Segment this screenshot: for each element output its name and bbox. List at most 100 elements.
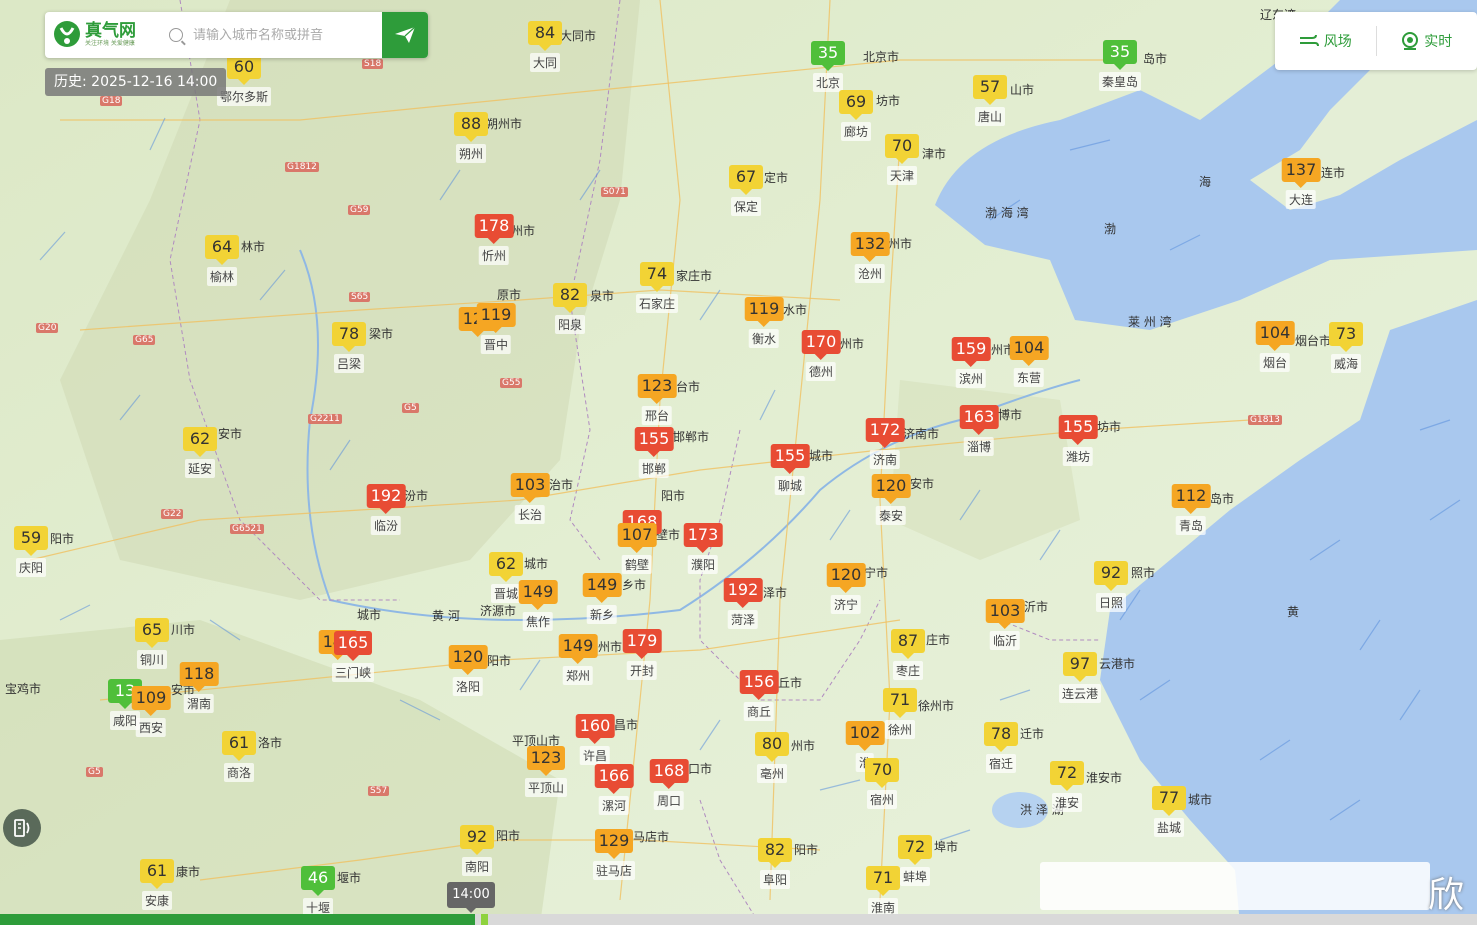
aqi-marker[interactable]: 103 长治 [510,473,550,524]
legend-toggle-button[interactable] [3,809,41,847]
aqi-marker[interactable]: 179 开封 [622,629,662,680]
aqi-marker[interactable]: 166 漯河 [594,764,634,815]
aqi-marker[interactable]: 123 平顶山 [524,746,568,797]
aqi-marker[interactable]: 78 宿迁 [984,722,1018,773]
map-place-label: 山市 [1010,83,1035,97]
aqi-marker[interactable]: 172 济南 [865,418,905,469]
aqi-marker[interactable]: 165 三门峡 [331,631,375,682]
city-name: 三门峡 [331,663,375,682]
search-bar: 真气网 关注环境 关爱健康 [45,12,428,58]
aqi-marker[interactable]: 119 晋中 [476,303,516,354]
aqi-marker[interactable]: 118 渭南 [179,662,219,713]
aqi-marker[interactable]: 170 德州 [801,330,841,381]
search-input[interactable] [193,27,373,43]
map-place-label: 川市 [171,623,196,637]
aqi-marker[interactable]: 92 日照 [1094,561,1128,612]
aqi-marker[interactable]: 149 焦作 [518,580,558,631]
aqi-marker[interactable]: 192 临汾 [366,484,406,535]
aqi-marker[interactable]: 35 秦皇岛 [1098,40,1142,91]
aqi-marker[interactable]: 159 滨州 [951,337,991,388]
aqi-marker[interactable]: 57 唐山 [973,75,1007,126]
aqi-marker[interactable]: 74 石家庄 [635,262,679,313]
aqi-value: 120 [448,645,488,675]
aqi-marker[interactable]: 71 徐州 [883,688,917,739]
aqi-marker[interactable]: 72 淮安 [1050,761,1084,812]
aqi-marker[interactable]: 120 济宁 [826,563,866,614]
map-place-label: 淮安市 [1086,771,1123,785]
aqi-marker[interactable]: 178 忻州 [474,214,514,265]
aqi-marker[interactable]: 84 大同 [528,21,562,72]
wind-field-button[interactable]: 风场 [1275,23,1376,59]
aqi-value: 107 [617,523,657,553]
aqi-marker[interactable]: 192 菏泽 [723,578,763,629]
aqi-marker[interactable]: 119 衡水 [744,297,784,348]
map-canvas[interactable]: 大同市 北京市 岛市 坊市 山市 朔州市 津市 连市 定市 州市 州市 林市 家庄市 原市 泉市 水市 梁市 州市… [0,0,1477,925]
aqi-marker[interactable]: 156 商丘 [739,670,779,721]
aqi-marker[interactable]: 132 沧州 [850,232,890,283]
aqi-marker[interactable]: 61 商洛 [222,731,256,782]
aqi-marker[interactable]: 155 邯郸 [634,427,674,478]
aqi-marker[interactable]: 120 洛阳 [448,645,488,696]
aqi-marker[interactable]: 103 临沂 [985,599,1025,650]
aqi-marker[interactable]: 163 淄博 [959,405,999,456]
aqi-marker[interactable]: 59 庆阳 [14,526,48,577]
city-name: 宿迁 [985,754,1016,773]
aqi-marker[interactable]: 88 朔州 [454,112,488,163]
aqi-marker[interactable]: 72 蚌埠 [898,835,932,886]
watermark-text: 欣 [1428,875,1465,916]
aqi-marker[interactable]: 70 天津 [885,134,919,185]
aqi-marker[interactable]: 109 西安 [131,686,171,737]
aqi-marker[interactable]: 71 淮南 [866,866,900,917]
map-place-label: 北京市 [863,50,900,64]
aqi-marker[interactable]: 82 阜阳 [758,838,792,889]
city-name: 亳州 [756,764,787,783]
aqi-marker[interactable]: 107 鹤壁 [617,523,657,574]
logo[interactable]: 真气网 关注环境 关爱健康 [45,12,165,58]
aqi-value: 103 [510,473,550,503]
aqi-marker[interactable]: 129 驻马店 [592,829,636,880]
city-name: 忻州 [478,246,510,265]
map-place-label: 连市 [1321,166,1346,180]
aqi-marker[interactable]: 149 郑州 [558,634,598,685]
city-name: 宿州 [866,790,897,809]
aqi-marker[interactable]: 120 泰安 [871,474,911,525]
aqi-marker[interactable]: 104 东营 [1009,336,1049,387]
aqi-marker[interactable]: 123 邢台 [637,374,677,425]
aqi-marker[interactable]: 46 十堰 [301,866,335,917]
aqi-marker[interactable]: 62 延安 [183,427,217,478]
aqi-marker[interactable]: 73 威海 [1329,322,1363,373]
map-place-label: 林市 [241,240,266,254]
aqi-marker[interactable]: 69 廊坊 [839,90,873,141]
aqi-value: 155 [770,444,810,474]
aqi-marker[interactable]: 64 榆林 [205,235,239,286]
aqi-marker[interactable]: 77 盐城 [1152,786,1186,837]
aqi-marker[interactable]: 97 连云港 [1058,652,1102,703]
map-place-label: 州市 [598,640,623,654]
aqi-marker[interactable]: 80 亳州 [755,732,789,783]
aqi-marker[interactable]: 173 濮阳 [683,523,723,574]
aqi-marker[interactable]: 104 烟台 [1255,321,1295,372]
aqi-marker[interactable]: 61 安康 [140,859,174,910]
aqi-marker[interactable]: 70 宿州 [865,758,899,809]
aqi-marker[interactable]: 112 青岛 [1171,484,1211,535]
aqi-marker[interactable]: 82 阳泉 [553,283,587,334]
aqi-marker[interactable]: 78 吕梁 [332,322,366,373]
aqi-marker[interactable]: 168 周口 [649,759,689,810]
map-place-label: 口市 [688,762,713,776]
aqi-marker[interactable]: 137 大连 [1281,158,1321,209]
aqi-marker[interactable]: 92 南阳 [460,825,494,876]
realtime-button[interactable]: 实时 [1377,23,1477,59]
map-place-label: 济源市 [480,604,517,618]
search-button[interactable] [382,12,428,58]
aqi-marker[interactable]: 155 潍坊 [1058,415,1098,466]
aqi-marker[interactable]: 87 枣庄 [891,629,925,680]
aqi-marker[interactable]: 35 北京 [811,41,845,92]
aqi-marker[interactable]: 67 保定 [729,165,763,216]
timeline-bar[interactable] [0,914,1477,925]
aqi-marker[interactable]: 155 聊城 [770,444,810,495]
city-name: 蚌埠 [899,867,930,886]
aqi-marker[interactable]: 65 铜川 [135,618,169,669]
aqi-marker[interactable]: 149 新乡 [582,573,622,624]
timeline-handle[interactable] [481,914,488,925]
aqi-marker[interactable]: 160 许昌 [575,714,615,765]
